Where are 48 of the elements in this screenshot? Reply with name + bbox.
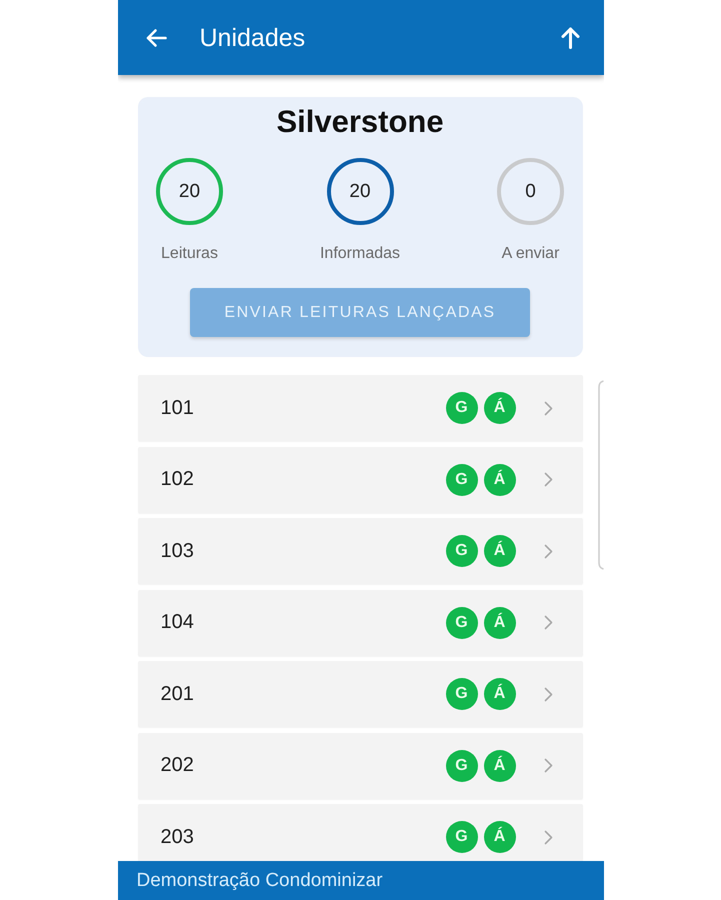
count-ring: 20 — [156, 158, 223, 225]
status-badge: Á — [484, 821, 516, 853]
chevron-right-icon — [544, 615, 552, 630]
stat-label: A enviar — [502, 245, 560, 263]
count-ring: 20 — [326, 158, 394, 225]
status-badge: Á — [484, 392, 516, 424]
back-arrow-icon — [144, 28, 166, 48]
status-badge: G — [446, 392, 478, 424]
unit-row[interactable]: 104 G Á — [138, 590, 582, 656]
count-ring: 0 — [497, 158, 564, 225]
status-badge: G — [446, 821, 478, 853]
status-badge: G — [446, 535, 478, 567]
up-arrow-icon — [560, 26, 580, 49]
status-badge: G — [446, 750, 478, 782]
unit-row[interactable]: 202 G Á — [138, 732, 582, 798]
stat-label: Leituras — [161, 245, 218, 263]
unit-number: 203 — [160, 826, 195, 848]
unit-number: 102 — [160, 468, 195, 491]
chevron-right-icon — [544, 400, 552, 416]
unit-row[interactable]: 203 G Á — [138, 804, 582, 861]
stat-label: Informadas — [320, 245, 400, 263]
chevron-right-icon — [544, 830, 552, 844]
upload-button[interactable] — [560, 26, 580, 49]
status-badge: G — [446, 606, 478, 638]
chevron-right-icon — [544, 686, 552, 702]
chevron-right-icon — [544, 472, 552, 487]
unit-number: 201 — [160, 682, 195, 706]
footer-text: Demonstração Condominizar — [136, 870, 383, 892]
status-badge: Á — [484, 535, 516, 567]
screen-title: Unidades — [200, 22, 306, 52]
status-badge: G — [446, 464, 478, 496]
unit-number: 101 — [160, 396, 195, 420]
chevron-right-icon — [544, 544, 552, 558]
unit-row[interactable]: 201 G Á — [138, 661, 582, 727]
unit-row[interactable]: 103 G Á — [138, 518, 582, 584]
status-badge: G — [446, 678, 478, 710]
unit-number: 104 — [160, 611, 195, 634]
building-name: Silverstone — [276, 104, 444, 140]
chevron-right-icon — [544, 758, 552, 773]
back-button[interactable] — [144, 28, 166, 48]
unit-number: 202 — [160, 754, 195, 777]
unit-row[interactable]: 102 G Á — [138, 446, 582, 512]
status-badge: Á — [484, 606, 516, 638]
status-badge: Á — [484, 750, 516, 782]
status-badge: Á — [484, 678, 516, 710]
unit-number: 103 — [160, 540, 195, 562]
unit-row[interactable]: 101 G Á — [138, 375, 582, 441]
status-badge: Á — [484, 464, 516, 496]
